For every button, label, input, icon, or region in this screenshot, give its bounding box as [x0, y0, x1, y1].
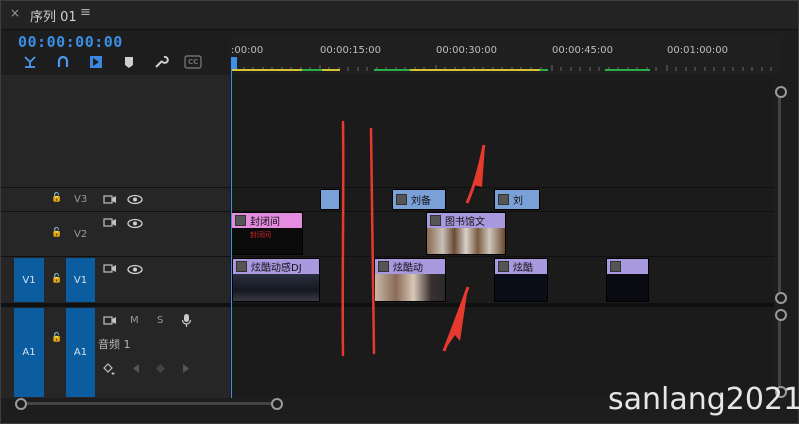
- scroll-handle[interactable]: [775, 309, 787, 321]
- clip-thumbnail: [607, 274, 648, 301]
- playhead-line: [231, 69, 232, 398]
- ruler-label-30s: 00:00:30:00: [436, 45, 498, 56]
- playhead-timecode[interactable]: 00:00:00:00: [18, 33, 123, 51]
- vertical-scrollbar-audio[interactable]: [778, 312, 781, 390]
- track-label-v3: V3: [74, 194, 88, 205]
- scroll-handle[interactable]: [775, 86, 787, 98]
- snap-icon[interactable]: [22, 54, 38, 70]
- captions-label: CC: [188, 58, 199, 66]
- toggle-sync-icon[interactable]: [103, 194, 117, 205]
- vertical-scrollbar-video[interactable]: [778, 88, 781, 296]
- fx-icon: [610, 261, 621, 272]
- mute-button[interactable]: M: [130, 315, 139, 326]
- ruler-label-45s: 00:00:45:00: [552, 45, 614, 56]
- ruler-label-0: :00:00: [231, 45, 264, 56]
- track-target-a1[interactable]: A1: [66, 308, 95, 397]
- ruler-label-60s: 00:01:00:00: [667, 45, 729, 56]
- watermark: sanlang2021: [608, 382, 799, 417]
- clip-v2-1[interactable]: 封闭间 封闭间: [231, 212, 303, 255]
- eye-icon[interactable]: [127, 264, 143, 275]
- clip-v3-3[interactable]: 刘: [494, 189, 540, 210]
- keyframe-icon[interactable]: [155, 363, 166, 374]
- clip-v1-1[interactable]: 炫酷动感DJ: [232, 258, 320, 302]
- clip-label: 刘: [513, 196, 523, 207]
- panel-header: [1, 1, 798, 30]
- wrench-icon[interactable]: [153, 54, 169, 70]
- clip-thumbnail: 封闭间: [232, 228, 302, 254]
- lock-icon[interactable]: 🔓: [51, 333, 62, 343]
- clip-v1-3[interactable]: 炫酷: [494, 258, 548, 302]
- prev-keyframe-icon[interactable]: [131, 363, 141, 374]
- red-annotations: [341, 120, 486, 357]
- playhead-handle[interactable]: [231, 57, 237, 69]
- ruler-ticks: [232, 65, 772, 71]
- panel-menu-icon[interactable]: ≡: [80, 5, 91, 20]
- eye-icon[interactable]: [127, 194, 143, 205]
- lock-icon[interactable]: 🔓: [51, 274, 62, 284]
- eye-icon[interactable]: [127, 218, 143, 229]
- clip-label: 封闭间: [250, 217, 280, 228]
- fx-icon: [236, 261, 247, 272]
- clip-label: 炫酷动感DJ: [251, 263, 302, 274]
- sequence-tab-title[interactable]: 序列 01: [30, 6, 77, 25]
- source-patch-a1[interactable]: A1: [14, 308, 44, 397]
- toggle-sync-icon[interactable]: [103, 263, 117, 274]
- ruler-label-15s: 00:00:15:00: [320, 45, 382, 56]
- close-tab-button[interactable]: ×: [10, 6, 20, 20]
- zoom-handle-right[interactable]: [271, 398, 283, 410]
- source-patch-v1[interactable]: V1: [14, 258, 44, 302]
- marker-icon[interactable]: [121, 54, 137, 70]
- thumbnail-caption: 封闭间: [250, 231, 271, 239]
- clip-thumbnail: [233, 274, 319, 301]
- clip-label: 炫酷: [513, 263, 533, 274]
- track-label-v2: V2: [74, 229, 88, 240]
- clip-thumbnail: [495, 274, 547, 301]
- clip-v1-4[interactable]: [606, 258, 649, 302]
- microphone-icon[interactable]: [181, 313, 192, 328]
- next-keyframe-icon[interactable]: [181, 363, 191, 374]
- lock-icon[interactable]: 🔓: [51, 228, 62, 238]
- link-icon[interactable]: [55, 54, 71, 70]
- track-target-v1[interactable]: V1: [66, 258, 95, 302]
- horizontal-scrollbar[interactable]: [18, 402, 278, 405]
- solo-button[interactable]: S: [157, 315, 163, 326]
- marker-add-icon[interactable]: [88, 54, 104, 70]
- fx-icon: [235, 215, 246, 226]
- toggle-sync-icon[interactable]: [103, 315, 117, 326]
- track-name-a1: 音频 1: [98, 338, 131, 351]
- keyframe-add-icon[interactable]: [102, 362, 116, 376]
- toggle-sync-icon[interactable]: [103, 217, 117, 228]
- lock-icon[interactable]: 🔓: [51, 193, 62, 203]
- zoom-handle-left[interactable]: [15, 398, 27, 410]
- scroll-handle[interactable]: [775, 292, 787, 304]
